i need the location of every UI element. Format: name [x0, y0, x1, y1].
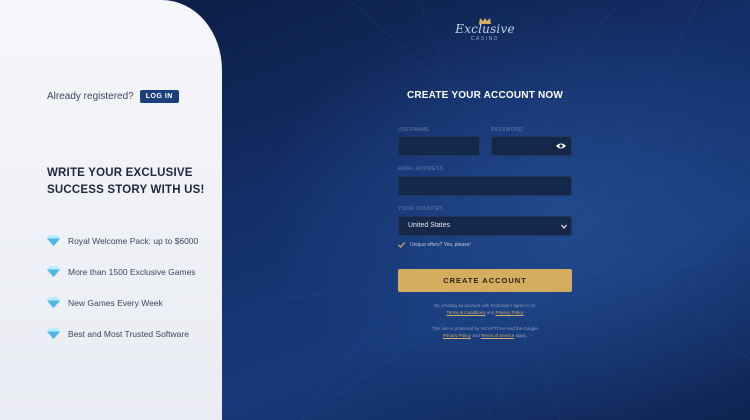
- eye-icon[interactable]: [556, 142, 566, 150]
- password-field[interactable]: [491, 136, 572, 156]
- privacy-policy-link[interactable]: Privacy Policy: [496, 310, 524, 315]
- diamond-icon: [47, 328, 60, 339]
- headline-line-1: WRITE YOUR EXCLUSIVE: [47, 167, 193, 179]
- offers-checkbox-row[interactable]: Unique offers? Yes, please!: [398, 242, 471, 248]
- logo-script: Exclusive: [455, 22, 515, 36]
- recaptcha-apply: apply.: [515, 333, 528, 338]
- diamond-icon: [47, 266, 60, 277]
- form-title: CREATE YOUR ACCOUNT NOW: [406, 90, 564, 101]
- email-field[interactable]: [398, 176, 572, 196]
- terms-notice: By creating an account with Exclusive I …: [398, 302, 572, 316]
- diamond-icon: [47, 235, 60, 246]
- already-registered: Already registered? LOG IN: [47, 90, 179, 103]
- logo-sub: CASINO: [470, 36, 500, 42]
- country-value: United States: [408, 222, 451, 229]
- login-button[interactable]: LOG IN: [139, 90, 179, 103]
- password-label: PASSWORD: [491, 127, 523, 133]
- terms-conditions-link[interactable]: Terms & Conditions: [446, 310, 485, 315]
- list-item: More than 1500 Exclusive Games: [47, 256, 198, 287]
- list-item: Royal Welcome Pack: up to $6000: [47, 225, 198, 256]
- recaptcha-notice: This site is protected by reCAPTCHA and …: [398, 325, 572, 339]
- check-icon[interactable]: [398, 242, 405, 248]
- country-select[interactable]: United States: [398, 216, 572, 236]
- feature-label: More than 1500 Exclusive Games: [68, 266, 196, 277]
- create-account-button[interactable]: CREATE ACCOUNT: [398, 269, 572, 292]
- feature-label: New Games Every Week: [68, 297, 163, 308]
- feature-label: Royal Welcome Pack: up to $6000: [68, 235, 199, 246]
- google-privacy-link[interactable]: Privacy Policy: [443, 333, 471, 338]
- offers-label: Unique offers? Yes, please!: [410, 242, 471, 248]
- diamond-icon: [47, 297, 60, 308]
- terms-prefix: By creating an account with Exclusive I …: [434, 303, 536, 308]
- terms-links: Terms & Conditions and Privacy Policy: [398, 309, 572, 316]
- terms-and: and: [486, 310, 495, 315]
- email-label: EMAIL ADDRESS: [398, 166, 444, 172]
- username-field[interactable]: [398, 136, 480, 156]
- casino-logo[interactable]: Exclusive CASINO: [452, 18, 518, 44]
- feature-list: Royal Welcome Pack: up to $6000 More tha…: [47, 225, 198, 349]
- terms-of-service-link[interactable]: Terms of Service: [481, 333, 515, 338]
- recaptcha-and: and: [472, 333, 480, 338]
- left-panel: Already registered? LOG IN WRITE YOUR EX…: [0, 0, 222, 420]
- country-label: YOUR COUNTRY: [398, 206, 444, 212]
- headline-line-2: SUCCESS STORY WITH US!: [47, 184, 205, 196]
- list-item: New Games Every Week: [47, 287, 198, 318]
- recaptcha-links: Privacy Policy and Terms of Service appl…: [398, 332, 572, 339]
- chevron-down-icon: [561, 224, 567, 229]
- username-label: USERNAME: [398, 127, 430, 133]
- list-item: Best and Most Trusted Software: [47, 318, 198, 349]
- already-registered-text: Already registered?: [47, 91, 134, 102]
- feature-label: Best and Most Trusted Software: [68, 328, 189, 339]
- headline: WRITE YOUR EXCLUSIVE SUCCESS STORY WITH …: [47, 165, 217, 199]
- recaptcha-prefix: This site is protected by reCAPTCHA and …: [432, 326, 538, 331]
